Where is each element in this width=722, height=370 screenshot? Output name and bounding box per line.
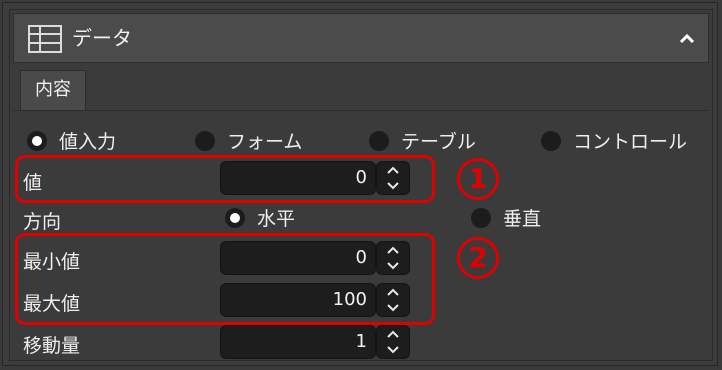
radio-selected-icon <box>27 130 47 151</box>
radio-unselected-icon <box>471 207 491 228</box>
radio-label: フォーム <box>227 131 303 153</box>
panel-header[interactable]: データ <box>13 13 709 63</box>
annotation-box-2 <box>15 233 435 325</box>
increment-button[interactable] <box>377 326 409 342</box>
table-icon <box>28 25 62 53</box>
radio-vertical[interactable]: 垂直 <box>471 204 541 231</box>
radio-label: 水平 <box>257 208 296 230</box>
step-stepper: 1 <box>220 325 410 359</box>
data-panel-inner: データ 内容 値入力 フォーム テーブル コントロール 値 0 方向 水平 垂直… <box>9 9 713 361</box>
radio-form[interactable]: フォーム <box>195 127 302 154</box>
radio-label: コントロール <box>573 131 688 153</box>
radio-selected-icon <box>225 207 245 228</box>
radio-label: 垂直 <box>503 208 542 230</box>
radio-unselected-icon <box>195 130 215 151</box>
step-label: 移動量 <box>23 335 81 357</box>
radio-horizontal[interactable]: 水平 <box>225 204 295 231</box>
annotation-box-1 <box>15 155 435 203</box>
step-input[interactable]: 1 <box>220 325 376 359</box>
direction-label: 方向 <box>23 211 62 233</box>
radio-unselected-icon <box>369 130 389 151</box>
annotation-badge-2: 2 <box>457 237 499 279</box>
annotation-badge-1: 1 <box>457 158 499 200</box>
data-panel: データ 内容 値入力 フォーム テーブル コントロール 値 0 方向 水平 垂直… <box>2 2 718 366</box>
decrement-button[interactable] <box>377 342 409 358</box>
stepper-buttons <box>376 325 410 359</box>
radio-unselected-icon <box>541 130 561 151</box>
chevron-up-icon <box>387 330 399 338</box>
radio-control[interactable]: コントロール <box>541 127 687 154</box>
content-area: 値入力 フォーム テーブル コントロール 値 0 方向 水平 垂直 最小値 0 … <box>13 110 709 359</box>
tab-content[interactable]: 内容 <box>20 70 86 110</box>
radio-value-input[interactable]: 値入力 <box>27 127 116 154</box>
chevron-down-icon <box>387 346 399 354</box>
radio-label: 値入力 <box>59 131 117 153</box>
panel-title: データ <box>72 26 132 50</box>
radio-label: テーブル <box>401 131 476 153</box>
chevron-up-icon[interactable] <box>676 28 698 50</box>
radio-table[interactable]: テーブル <box>369 127 476 154</box>
